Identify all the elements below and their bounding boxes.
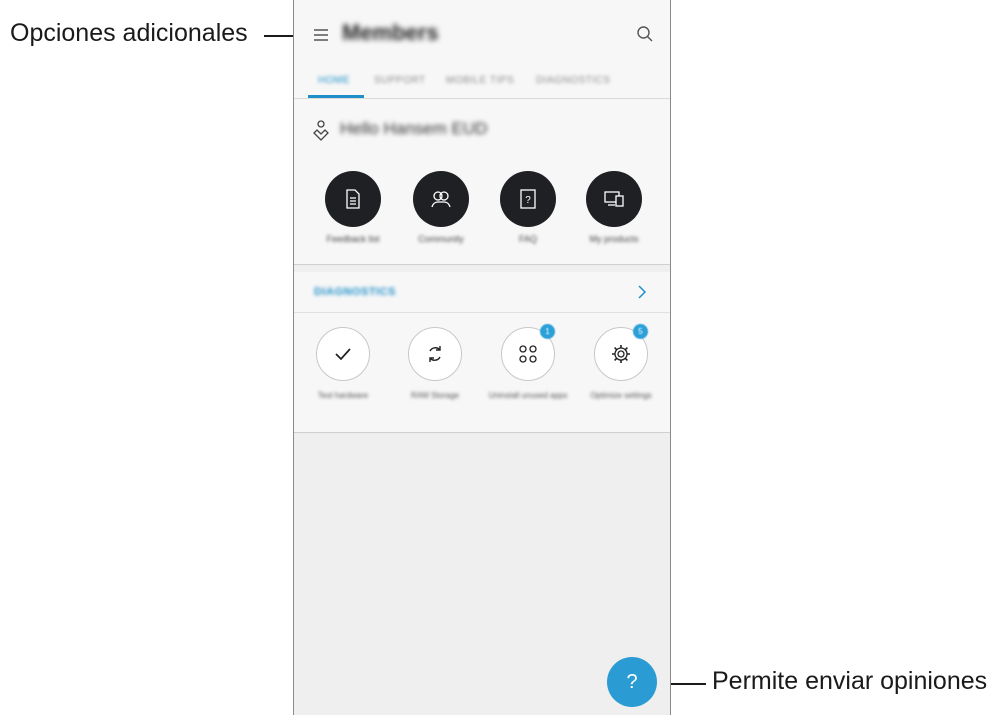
shortcut-label: FAQ xyxy=(518,234,537,244)
people-icon[interactable] xyxy=(413,171,469,227)
hamburger-icon[interactable] xyxy=(306,20,336,50)
diag-label: RAM Storage xyxy=(410,391,460,400)
refresh-icon[interactable] xyxy=(408,327,462,381)
greeting-text: Hello Hansem EUD xyxy=(340,119,488,138)
diagnostics-card: DIAGNOSTICS Test hardware RAM Storage 1 … xyxy=(294,272,670,433)
devices-icon[interactable] xyxy=(586,171,642,227)
shortcut-label: Feedback list xyxy=(326,234,380,244)
feedback-fab[interactable]: ? xyxy=(607,657,657,707)
faq-icon[interactable]: ? xyxy=(500,171,556,227)
app-bar: Members xyxy=(294,0,670,66)
greeting-icon xyxy=(310,119,332,148)
tab-indicator xyxy=(308,95,364,98)
document-icon[interactable] xyxy=(325,171,381,227)
chevron-right-icon[interactable] xyxy=(636,284,648,305)
notification-badge: 5 xyxy=(633,324,648,339)
diag-label: Test hardware xyxy=(317,391,369,400)
shortcut-label: Community xyxy=(418,234,464,244)
shortcut-label: My products xyxy=(589,234,639,244)
app-title: Members xyxy=(342,20,439,45)
tab-home[interactable]: HOME xyxy=(318,75,350,86)
callout-opciones-adicionales: Opciones adicionales xyxy=(10,19,248,47)
search-icon[interactable] xyxy=(630,19,660,49)
diag-label: Uninstall unused apps xyxy=(488,391,568,400)
tab-mobile-tips[interactable]: MOBILE TIPS xyxy=(446,75,514,86)
diag-label: Optimize settings xyxy=(590,391,652,400)
callout-enviar-opiniones: Permite enviar opiniones xyxy=(712,667,988,695)
svg-text:?: ? xyxy=(525,195,531,206)
notification-badge: 1 xyxy=(540,324,555,339)
tab-diagnostics[interactable]: DIAGNOSTICS xyxy=(536,75,610,86)
diagnostics-title[interactable]: DIAGNOSTICS xyxy=(314,286,396,298)
home-card: Hello Hansem EUD Feedback list Community… xyxy=(294,99,670,265)
tab-bar: HOME SUPPORT MOBILE TIPS DIAGNOSTICS xyxy=(294,66,670,99)
divider xyxy=(294,312,670,313)
check-icon[interactable] xyxy=(316,327,370,381)
phone-screen: Members HOME SUPPORT MOBILE TIPS DIAGNOS… xyxy=(293,0,671,715)
tab-support[interactable]: SUPPORT xyxy=(374,75,426,86)
